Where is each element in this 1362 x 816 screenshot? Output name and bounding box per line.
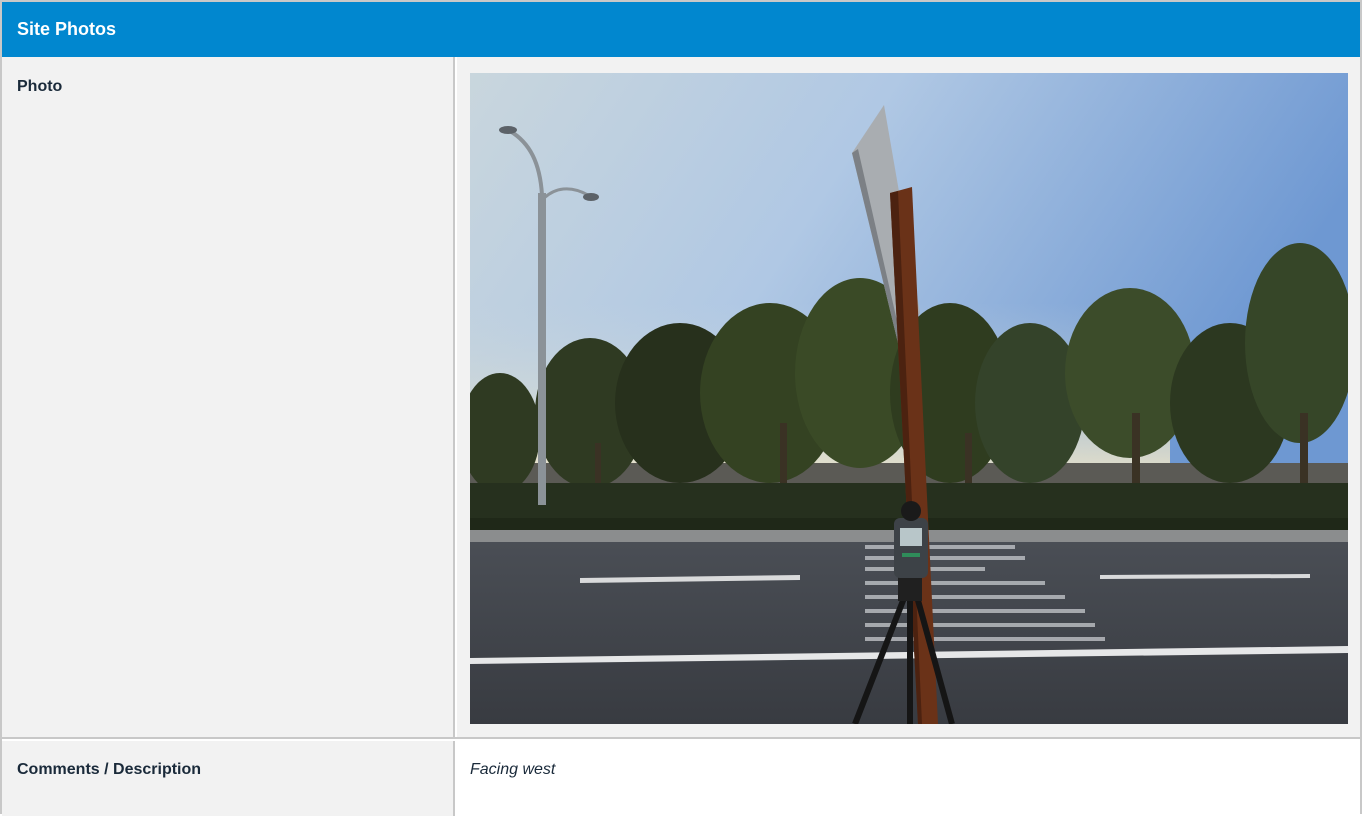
comments-value: Facing west xyxy=(457,741,1360,816)
section-header: Site Photos xyxy=(2,2,1360,57)
photo-row: Photo xyxy=(2,57,1360,739)
site-photos-panel: Site Photos Photo Comments / Description… xyxy=(0,0,1362,816)
comments-row: Comments / Description Facing west xyxy=(2,741,1360,816)
photo-cell xyxy=(457,57,1360,737)
comments-label: Comments / Description xyxy=(2,741,455,816)
site-photo-image xyxy=(470,73,1348,724)
site-photo[interactable] xyxy=(470,73,1348,724)
photo-label: Photo xyxy=(2,57,455,737)
